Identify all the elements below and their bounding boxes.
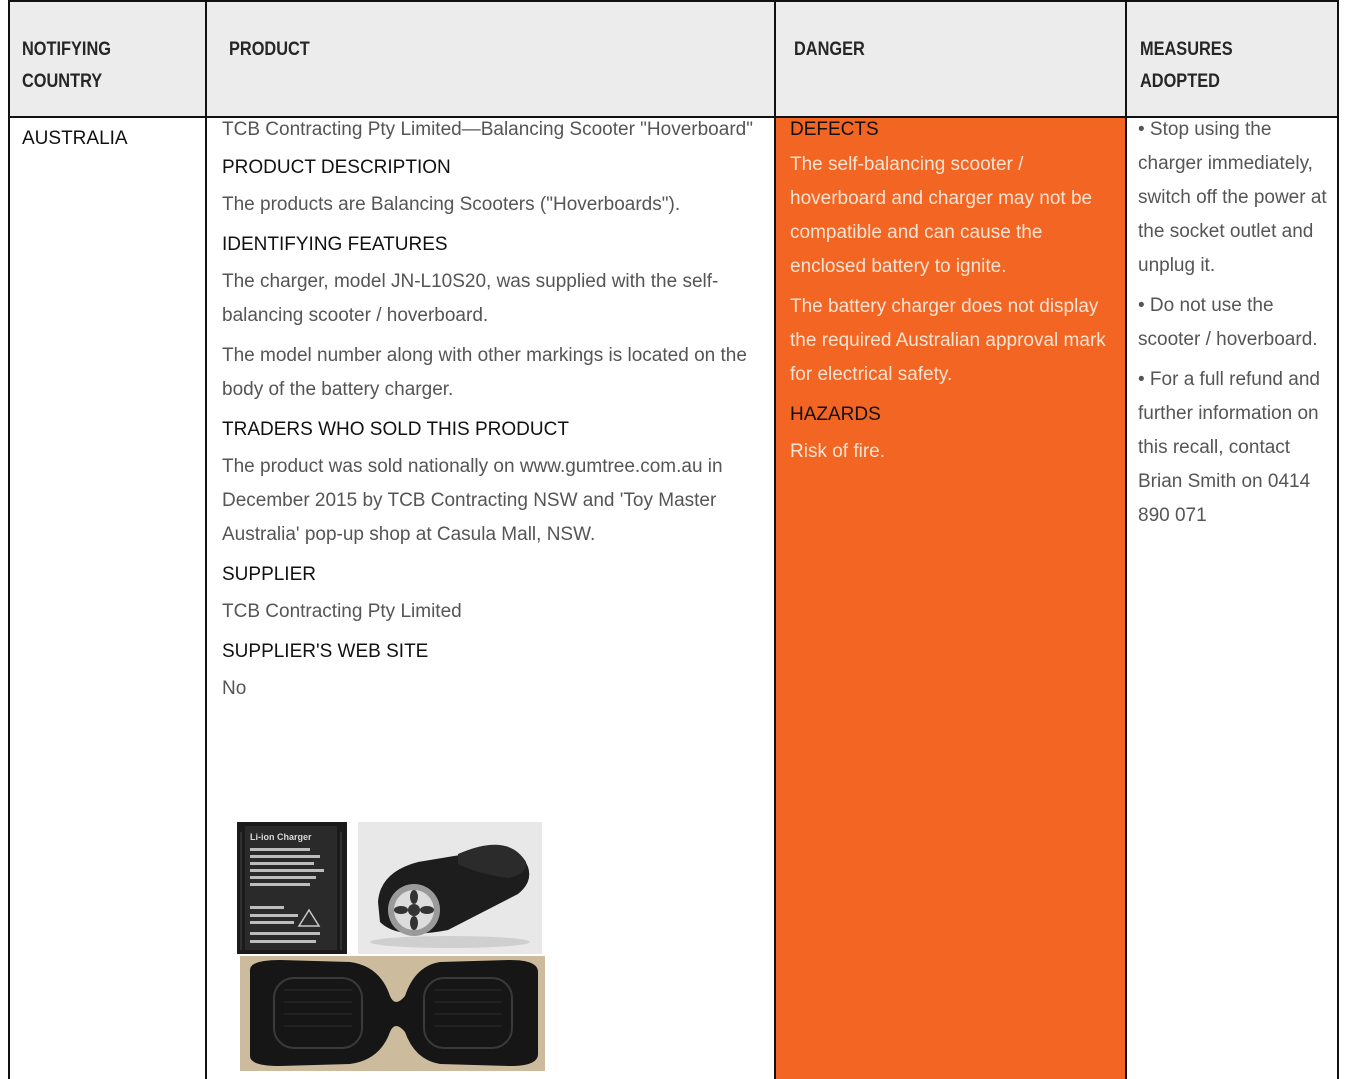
measure-item-3: • For a full refund and further informat… <box>1138 369 1320 526</box>
measure-item-2: • Do not use the scooter / hoverboard. <box>1138 295 1318 350</box>
supplier-name: TCB Contracting Pty Limited <box>222 601 462 622</box>
measure-item-1: • Stop using the charger immediately, sw… <box>1138 119 1327 276</box>
product-description-heading: PRODUCT DESCRIPTION <box>222 157 451 178</box>
header-product: PRODUCT <box>229 39 310 60</box>
country-name: AUSTRALIA <box>22 128 128 149</box>
header-danger: DANGER <box>794 39 865 60</box>
hoverboard-side-photo <box>358 822 542 954</box>
measures-content: • Stop using the charger immediately, sw… <box>1138 113 1334 539</box>
product-title: TCB Contracting Pty Limited—Balancing Sc… <box>222 119 753 140</box>
charger-label-text: Li-ion Charger <box>250 832 312 842</box>
supplier-website: No <box>222 678 247 699</box>
hoverboard-top-photo <box>240 956 545 1071</box>
header-measures-adopted: MEASURES ADOPTED <box>1140 39 1233 92</box>
identifying-features-heading: IDENTIFYING FEATURES <box>222 234 448 255</box>
charger-label-photo: Li-ion Charger <box>237 822 347 954</box>
danger-content: DEFECTS The self-balancing scooter / hov… <box>790 113 1110 475</box>
traders-text: The product was sold nationally on www.g… <box>222 456 723 545</box>
col-border-1 <box>205 0 207 1079</box>
supplier-heading: SUPPLIER <box>222 564 316 585</box>
header-notifying-country: NOTIFYING COUNTRY <box>22 39 111 92</box>
defects-text-1: The self-balancing scooter / hoverboard … <box>790 154 1093 277</box>
hazards-heading: HAZARDS <box>790 404 881 425</box>
hazards-text: Risk of fire. <box>790 441 886 462</box>
col-border-right <box>1337 0 1339 1079</box>
product-description: The products are Balancing Scooters ("Ho… <box>222 194 681 215</box>
supplier-website-heading: SUPPLIER'S WEB SITE <box>222 641 429 662</box>
country-cell: AUSTRALIA <box>22 122 197 156</box>
traders-heading: TRADERS WHO SOLD THIS PRODUCT <box>222 419 569 440</box>
defects-heading: DEFECTS <box>790 119 879 140</box>
col-border-2 <box>774 0 776 1079</box>
identifying-features-1: The charger, model JN-L10S20, was suppli… <box>222 271 719 326</box>
product-cell: TCB Contracting Pty Limited—Balancing Sc… <box>222 113 770 712</box>
table-top-border <box>8 0 1339 2</box>
col-border-left <box>8 0 10 1079</box>
col-border-3 <box>1125 0 1127 1079</box>
defects-text-2: The battery charger does not display the… <box>790 296 1106 385</box>
identifying-features-2: The model number along with other markin… <box>222 345 747 400</box>
